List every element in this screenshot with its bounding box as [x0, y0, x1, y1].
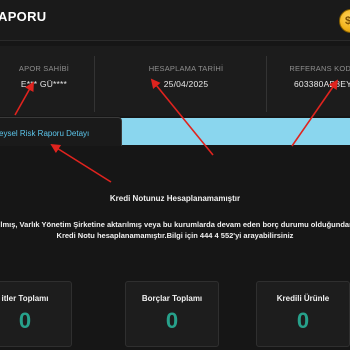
summary-card-debts: Borçlar Toplamı 0 — [125, 281, 219, 347]
info-divider — [266, 56, 267, 112]
reference-code-value: 603380AB8EY — [294, 79, 350, 89]
screen: APORU $ APOR SAHİBİ E*** GÜ**** HESAPLAM… — [0, 0, 350, 350]
report-info-card: APOR SAHİBİ E*** GÜ**** HESAPLAMA TARİHİ… — [0, 46, 350, 116]
calculation-date-label: HESAPLAMA TARİHİ — [148, 64, 224, 73]
summary-card-value: 0 — [165, 308, 179, 333]
info-divider — [94, 56, 95, 112]
credit-score-status-text-1: ılmış, Varlık Yönetim Şirketine aktarılm… — [0, 220, 350, 229]
coin-icon[interactable]: $ — [339, 9, 350, 33]
report-owner-label: APOR SAHİBİ — [18, 64, 70, 73]
summary-card-credit-products: Kredili Ürünle 0 — [256, 281, 350, 347]
report-owner: APOR SAHİBİ E*** GÜ**** — [0, 64, 94, 89]
top-header: APORU $ — [0, 0, 350, 41]
calculation-date: HESAPLAMA TARİHİ 25/04/2025 — [122, 64, 250, 89]
page-title: APORU — [0, 9, 47, 24]
tab-risk-report-detail-label: eysel Risk Raporu Detayı — [0, 129, 90, 138]
reference-code: REFERANS KODU 603380AB8EY — [284, 64, 350, 89]
summary-card-limits: itler Toplamı 0 — [0, 281, 72, 347]
summary-card-label: itler Toplamı — [1, 294, 49, 303]
reference-code-label: REFERANS KODU — [289, 64, 350, 73]
tab-risk-report-detail[interactable]: eysel Risk Raporu Detayı — [0, 117, 122, 148]
summary-card-label: Borçlar Toplamı — [141, 294, 203, 303]
summary-card-label: Kredili Ürünle — [276, 294, 330, 303]
calculation-date-value: 25/04/2025 — [163, 79, 209, 89]
credit-score-status-text-2: Kredi Notu hesaplanamamıştır.Bilgi için … — [56, 231, 294, 240]
report-owner-value: E*** GÜ**** — [20, 79, 68, 89]
summary-card-value: 0 — [296, 308, 310, 333]
summary-card-value: 0 — [18, 308, 32, 333]
credit-score-status-title: Kredi Notunuz Hesaplanamamıştır — [109, 194, 241, 203]
